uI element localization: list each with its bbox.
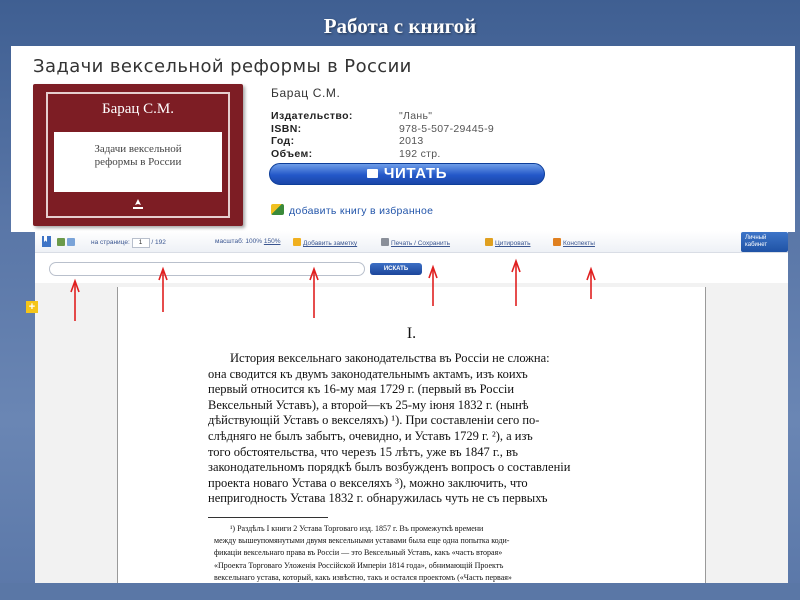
footnote-line: «Проекта Торговаго Уложенія Россійской И… xyxy=(214,560,504,570)
book-page: I. История вексельнаго законодательства … xyxy=(117,287,706,587)
book-info-panel: Задачи вексельной реформы в России Барац… xyxy=(11,46,795,232)
zoom-controls: масштаб: 100% 150% xyxy=(215,238,280,245)
book-title: Задачи вексельной реформы в России xyxy=(33,56,412,77)
notes-button[interactable]: Конспекты xyxy=(553,238,595,247)
cover-title-box: Задачи вексельной реформы в России xyxy=(54,132,222,192)
footnotes: ¹) Раздѣлъ I книги 2 Устава Торговаго из… xyxy=(214,523,626,584)
bookmark-icon[interactable] xyxy=(41,235,53,250)
page-nav-icons[interactable] xyxy=(57,238,77,247)
book-metadata: Издательство: "Лань" ISBN: 978-5-507-294… xyxy=(271,110,571,160)
meta-row-isbn: ISBN: 978-5-507-29445-9 xyxy=(271,123,571,136)
text-line: первый относится къ 16-му мая 1729 г. (п… xyxy=(208,382,515,397)
slide-title: Работа с книгой xyxy=(323,14,477,38)
cover-author: Барац С.М. xyxy=(101,101,175,117)
personal-cabinet-button[interactable]: Личный кабинет xyxy=(741,232,788,252)
print-save-label: Печать / Сохранить xyxy=(391,240,451,247)
favorite-icon xyxy=(271,204,284,215)
notes-icon xyxy=(553,238,561,246)
meta-label: Год: xyxy=(271,135,295,147)
plus-icon[interactable]: + xyxy=(26,301,38,313)
notes-label: Конспекты xyxy=(563,240,595,247)
zoom-100[interactable]: 100% xyxy=(245,238,262,245)
meta-label: Объем: xyxy=(271,147,313,160)
text-line: дѣйствующій Уставъ о векселяхъ) ¹). При … xyxy=(208,413,540,428)
read-button-label: ЧИТАТЬ xyxy=(383,165,448,182)
book-author: Барац С.М. xyxy=(271,86,341,100)
page-icon[interactable] xyxy=(67,238,75,246)
print-save-button[interactable]: Печать / Сохранить xyxy=(381,238,450,247)
print-icon xyxy=(381,238,389,246)
text-line: она сводится къ двумъ законодательнымъ а… xyxy=(208,366,528,381)
reader-toolbar: на странице: 1 / 192 масштаб: 100% 150% … xyxy=(35,231,788,253)
chapter-heading: I. xyxy=(406,325,417,342)
page-viewport[interactable]: I. История вексельнаго законодательства … xyxy=(35,283,788,587)
cover-frame: Барац С.М. Задачи вексельной реформы в Р… xyxy=(46,92,230,218)
page-total: / 192 xyxy=(151,239,166,246)
page-paragraph: История вексельнаго законодательства въ … xyxy=(208,351,620,507)
page-navigation: на странице: 1 / 192 xyxy=(91,238,166,248)
text-line: слѣдняго не былъ забытъ, очевидно, и Уст… xyxy=(208,428,533,443)
page-label: на странице: xyxy=(91,239,130,246)
meta-row-pages: Объем: 192 стр. xyxy=(271,148,571,161)
cover-title-line: реформы в России xyxy=(94,156,182,168)
text-line: История вексельнаго законодательства въ … xyxy=(230,351,550,365)
quote-label: Цитировать xyxy=(495,240,531,247)
zoom-150[interactable]: 150% xyxy=(264,238,281,245)
reader-window: на странице: 1 / 192 масштаб: 100% 150% … xyxy=(35,231,788,587)
footnote-divider xyxy=(208,517,328,518)
text-line: законодательномъ порядкѣ былъ возбужденъ… xyxy=(208,460,571,475)
meta-value: 2013 xyxy=(399,135,424,147)
meta-label: ISBN: xyxy=(271,122,302,135)
text-line: проекта новаго Устава о векселяхъ ³), мо… xyxy=(208,475,528,490)
cabinet-label-2: кабинет xyxy=(745,242,768,248)
footnote-line: фикаціи вексельнаго права въ Россіи — эт… xyxy=(214,548,503,558)
quote-icon xyxy=(485,238,493,246)
add-to-favorites-link[interactable]: добавить книгу в избранное xyxy=(271,204,433,217)
bottom-strip xyxy=(0,583,800,600)
cabinet-label-1: Личный xyxy=(745,235,767,241)
text-line: того обстоятельства, что черезъ 15 лѣтъ,… xyxy=(208,444,519,459)
page-icon[interactable] xyxy=(57,238,65,246)
add-note-button[interactable]: Добавить заметку xyxy=(293,238,357,247)
meta-label: Издательство: xyxy=(271,110,353,122)
page-number-input[interactable]: 1 xyxy=(131,238,150,248)
search-button[interactable]: ИСКАТЬ xyxy=(370,263,422,275)
meta-row-publisher: Издательство: "Лань" xyxy=(271,110,571,123)
publisher-logo-icon xyxy=(128,198,148,212)
text-line: Вексельный Уставъ), а второй—къ 25-му ію… xyxy=(208,397,529,412)
meta-value: 978-5-507-29445-9 xyxy=(399,122,495,135)
meta-value: "Лань" xyxy=(399,110,433,122)
text-line: непригодность Устава 1832 г. обнаружилас… xyxy=(208,491,548,506)
book-icon xyxy=(366,169,378,178)
add-note-label: Добавить заметку xyxy=(303,240,358,247)
read-button[interactable]: ЧИТАТЬ xyxy=(269,163,545,185)
meta-row-year: Год: 2013 xyxy=(271,135,571,148)
footnote-line: ¹) Раздѣлъ I книги 2 Устава Торговаго из… xyxy=(230,524,484,533)
meta-value: 192 стр. xyxy=(399,147,441,160)
zoom-label: масштаб: xyxy=(215,238,244,245)
quote-button[interactable]: Цитировать xyxy=(485,238,531,247)
search-input[interactable] xyxy=(49,262,365,276)
footnote-line: между вышеупомянутыми двумя вексельными … xyxy=(214,536,510,546)
favorites-label: добавить книгу в избранное xyxy=(289,205,434,217)
book-cover[interactable]: Барац С.М. Задачи вексельной реформы в Р… xyxy=(33,84,243,226)
note-icon xyxy=(293,238,301,246)
cover-title-line: Задачи вексельной xyxy=(94,143,182,155)
